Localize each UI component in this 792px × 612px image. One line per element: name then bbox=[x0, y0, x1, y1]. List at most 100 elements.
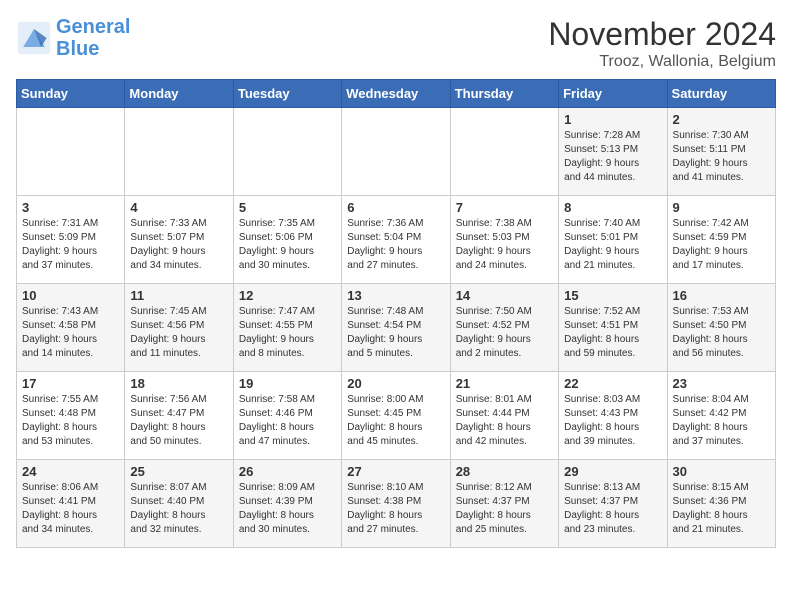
calendar-cell: 26 Sunrise: 8:09 AM Sunset: 4:39 PM Dayli… bbox=[233, 460, 341, 548]
location-title: Trooz, Wallonia, Belgium bbox=[548, 53, 776, 71]
cell-info: Sunrise: 7:47 AM Sunset: 4:55 PM Dayligh… bbox=[239, 305, 336, 361]
day-number: 4 bbox=[130, 200, 227, 215]
cell-info: Sunrise: 7:45 AM Sunset: 4:56 PM Dayligh… bbox=[130, 305, 227, 361]
calendar-body: 1 Sunrise: 7:28 AM Sunset: 5:13 PM Daylig… bbox=[17, 108, 776, 548]
cell-info: Sunrise: 7:48 AM Sunset: 4:54 PM Dayligh… bbox=[347, 305, 444, 361]
day-number: 9 bbox=[673, 200, 770, 215]
cell-info: Sunrise: 8:13 AM Sunset: 4:37 PM Dayligh… bbox=[564, 481, 661, 537]
logo-icon bbox=[16, 20, 52, 56]
calendar-cell: 25Sunrise: 8:07 AM Sunset: 4:40 PM Dayli… bbox=[125, 460, 233, 548]
weekday-header-wednesday: Wednesday bbox=[342, 80, 450, 108]
day-number: 20 bbox=[347, 376, 444, 391]
calendar-cell: 5 Sunrise: 7:35 AM Sunset: 5:06 PM Daylig… bbox=[233, 196, 341, 284]
calendar-cell: 22 Sunrise: 8:03 AM Sunset: 4:43 PM Dayli… bbox=[559, 372, 667, 460]
calendar-cell: 3 Sunrise: 7:31 AM Sunset: 5:09 PM Daylig… bbox=[17, 196, 125, 284]
calendar-table: SundayMondayTuesdayWednesdayThursdayFrid… bbox=[16, 79, 776, 548]
cell-info: Sunrise: 8:10 AM Sunset: 4:38 PM Dayligh… bbox=[347, 481, 444, 537]
day-number: 27 bbox=[347, 464, 444, 479]
calendar-cell: 17 Sunrise: 7:55 AM Sunset: 4:48 PM Dayli… bbox=[17, 372, 125, 460]
cell-info: Sunrise: 8:07 AM Sunset: 4:40 PM Dayligh… bbox=[130, 481, 227, 537]
logo-line2: Blue bbox=[56, 38, 99, 60]
day-number: 7 bbox=[456, 200, 553, 215]
calendar-cell bbox=[342, 108, 450, 196]
day-number: 29 bbox=[564, 464, 661, 479]
calendar-cell: 19 Sunrise: 7:58 AM Sunset: 4:46 PM Dayli… bbox=[233, 372, 341, 460]
cell-info: Sunrise: 7:36 AM Sunset: 5:04 PM Dayligh… bbox=[347, 217, 444, 273]
calendar-cell: 27 Sunrise: 8:10 AM Sunset: 4:38 PM Dayli… bbox=[342, 460, 450, 548]
cell-info: Sunrise: 8:12 AM Sunset: 4:37 PM Dayligh… bbox=[456, 481, 553, 537]
calendar-cell bbox=[450, 108, 558, 196]
cell-info: Sunrise: 7:31 AM Sunset: 5:09 PM Dayligh… bbox=[22, 217, 119, 273]
weekday-header-monday: Monday bbox=[125, 80, 233, 108]
day-number: 1 bbox=[564, 112, 661, 127]
calendar-cell: 13 Sunrise: 7:48 AM Sunset: 4:54 PM Dayli… bbox=[342, 284, 450, 372]
weekday-header-friday: Friday bbox=[559, 80, 667, 108]
day-number: 18 bbox=[130, 376, 227, 391]
cell-info: Sunrise: 7:35 AM Sunset: 5:06 PM Dayligh… bbox=[239, 217, 336, 273]
calendar-cell: 30 Sunrise: 8:15 AM Sunset: 4:36 PM Dayli… bbox=[667, 460, 775, 548]
day-number: 22 bbox=[564, 376, 661, 391]
cell-info: Sunrise: 7:43 AM Sunset: 4:58 PM Dayligh… bbox=[22, 305, 119, 361]
day-number: 13 bbox=[347, 288, 444, 303]
day-number: 30 bbox=[673, 464, 770, 479]
day-number: 28 bbox=[456, 464, 553, 479]
day-number: 11 bbox=[130, 288, 227, 303]
cell-info: Sunrise: 7:58 AM Sunset: 4:46 PM Dayligh… bbox=[239, 393, 336, 449]
title-block: November 2024 Trooz, Wallonia, Belgium bbox=[548, 16, 776, 71]
weekday-header-sunday: Sunday bbox=[17, 80, 125, 108]
day-number: 3 bbox=[22, 200, 119, 215]
calendar-cell: 20Sunrise: 8:00 AM Sunset: 4:45 PM Dayli… bbox=[342, 372, 450, 460]
cell-info: Sunrise: 8:09 AM Sunset: 4:39 PM Dayligh… bbox=[239, 481, 336, 537]
calendar-cell: 10Sunrise: 7:43 AM Sunset: 4:58 PM Dayli… bbox=[17, 284, 125, 372]
weekday-header-saturday: Saturday bbox=[667, 80, 775, 108]
calendar-cell: 11 Sunrise: 7:45 AM Sunset: 4:56 PM Dayli… bbox=[125, 284, 233, 372]
day-number: 15 bbox=[564, 288, 661, 303]
cell-info: Sunrise: 7:56 AM Sunset: 4:47 PM Dayligh… bbox=[130, 393, 227, 449]
day-number: 24 bbox=[22, 464, 119, 479]
logo: General Blue bbox=[16, 16, 130, 60]
cell-info: Sunrise: 7:50 AM Sunset: 4:52 PM Dayligh… bbox=[456, 305, 553, 361]
calendar-cell: 14 Sunrise: 7:50 AM Sunset: 4:52 PM Dayli… bbox=[450, 284, 558, 372]
day-number: 2 bbox=[673, 112, 770, 127]
calendar-cell: 28 Sunrise: 8:12 AM Sunset: 4:37 PM Dayli… bbox=[450, 460, 558, 548]
calendar-cell: 8 Sunrise: 7:40 AM Sunset: 5:01 PM Daylig… bbox=[559, 196, 667, 284]
day-number: 19 bbox=[239, 376, 336, 391]
cell-info: Sunrise: 8:06 AM Sunset: 4:41 PM Dayligh… bbox=[22, 481, 119, 537]
month-title: November 2024 bbox=[548, 16, 776, 53]
cell-info: Sunrise: 7:55 AM Sunset: 4:48 PM Dayligh… bbox=[22, 393, 119, 449]
week-row-1: 1 Sunrise: 7:28 AM Sunset: 5:13 PM Daylig… bbox=[17, 108, 776, 196]
cell-info: Sunrise: 7:52 AM Sunset: 4:51 PM Dayligh… bbox=[564, 305, 661, 361]
page-header: General Blue November 2024 Trooz, Wallon… bbox=[16, 16, 776, 71]
calendar-cell: 1 Sunrise: 7:28 AM Sunset: 5:13 PM Daylig… bbox=[559, 108, 667, 196]
calendar-cell: 18 Sunrise: 7:56 AM Sunset: 4:47 PM Dayli… bbox=[125, 372, 233, 460]
cell-info: Sunrise: 8:15 AM Sunset: 4:36 PM Dayligh… bbox=[673, 481, 770, 537]
calendar-cell bbox=[125, 108, 233, 196]
calendar-cell: 23 Sunrise: 8:04 AM Sunset: 4:42 PM Dayli… bbox=[667, 372, 775, 460]
day-number: 8 bbox=[564, 200, 661, 215]
day-number: 6 bbox=[347, 200, 444, 215]
calendar-cell: 21 Sunrise: 8:01 AM Sunset: 4:44 PM Dayli… bbox=[450, 372, 558, 460]
week-row-2: 3 Sunrise: 7:31 AM Sunset: 5:09 PM Daylig… bbox=[17, 196, 776, 284]
day-number: 14 bbox=[456, 288, 553, 303]
calendar-cell: 16Sunrise: 7:53 AM Sunset: 4:50 PM Dayli… bbox=[667, 284, 775, 372]
calendar-cell: 2Sunrise: 7:30 AM Sunset: 5:11 PM Daylig… bbox=[667, 108, 775, 196]
calendar-cell: 4 Sunrise: 7:33 AM Sunset: 5:07 PM Daylig… bbox=[125, 196, 233, 284]
cell-info: Sunrise: 7:33 AM Sunset: 5:07 PM Dayligh… bbox=[130, 217, 227, 273]
day-number: 12 bbox=[239, 288, 336, 303]
cell-info: Sunrise: 7:40 AM Sunset: 5:01 PM Dayligh… bbox=[564, 217, 661, 273]
week-row-4: 17 Sunrise: 7:55 AM Sunset: 4:48 PM Dayli… bbox=[17, 372, 776, 460]
day-number: 17 bbox=[22, 376, 119, 391]
cell-info: Sunrise: 7:28 AM Sunset: 5:13 PM Dayligh… bbox=[564, 129, 661, 185]
cell-info: Sunrise: 8:01 AM Sunset: 4:44 PM Dayligh… bbox=[456, 393, 553, 449]
calendar-cell: 15 Sunrise: 7:52 AM Sunset: 4:51 PM Dayli… bbox=[559, 284, 667, 372]
day-number: 26 bbox=[239, 464, 336, 479]
cell-info: Sunrise: 7:38 AM Sunset: 5:03 PM Dayligh… bbox=[456, 217, 553, 273]
day-number: 5 bbox=[239, 200, 336, 215]
day-number: 23 bbox=[673, 376, 770, 391]
weekday-header-thursday: Thursday bbox=[450, 80, 558, 108]
cell-info: Sunrise: 8:04 AM Sunset: 4:42 PM Dayligh… bbox=[673, 393, 770, 449]
day-number: 21 bbox=[456, 376, 553, 391]
calendar-cell: 12 Sunrise: 7:47 AM Sunset: 4:55 PM Dayli… bbox=[233, 284, 341, 372]
cell-info: Sunrise: 8:03 AM Sunset: 4:43 PM Dayligh… bbox=[564, 393, 661, 449]
weekday-header-row: SundayMondayTuesdayWednesdayThursdayFrid… bbox=[17, 80, 776, 108]
